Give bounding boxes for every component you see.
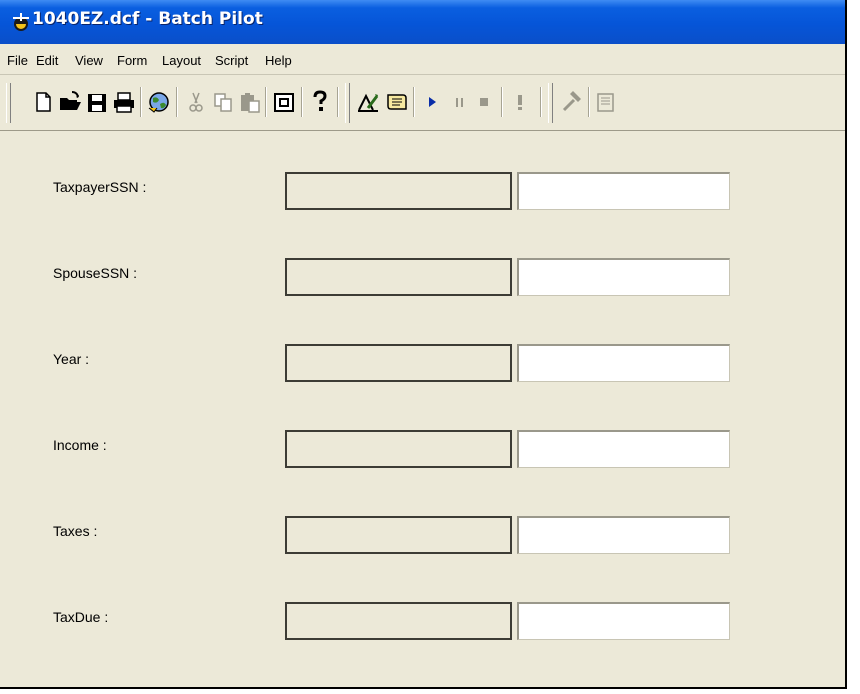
- income-mapping-box[interactable]: [285, 430, 512, 468]
- title-bar[interactable]: 1040EZ.dcf - Batch Pilot: [0, 0, 845, 44]
- toolbar-separator: [265, 87, 267, 117]
- properties-icon[interactable]: [593, 88, 619, 116]
- taxes-mapping-box[interactable]: [285, 516, 512, 554]
- menu-script[interactable]: Script: [215, 53, 248, 68]
- form-canvas: TaxpayerSSN : SpouseSSN : Year : Income …: [0, 131, 845, 687]
- taxes-label: Taxes :: [53, 523, 98, 539]
- toolbar-separator: [501, 87, 503, 117]
- taxpayer-ssn-label: TaxpayerSSN :: [53, 179, 147, 195]
- income-label: Income :: [53, 437, 107, 453]
- toolbar-separator: [540, 87, 542, 117]
- taxes-input[interactable]: [517, 516, 730, 554]
- paste-icon[interactable]: [237, 88, 263, 116]
- batch-pilot-app-icon: [13, 13, 29, 31]
- toolbar-separator: [140, 87, 142, 117]
- tax-due-input[interactable]: [517, 602, 730, 640]
- toolbar-grip[interactable]: [6, 83, 11, 123]
- menu-layout[interactable]: Layout: [162, 53, 201, 68]
- menu-bar: File Edit View Form Layout Script Help: [0, 44, 845, 75]
- toolbar: [0, 75, 845, 131]
- menu-view[interactable]: View: [75, 53, 103, 68]
- cut-icon[interactable]: [183, 88, 209, 116]
- taxpayer-ssn-mapping-box[interactable]: [285, 172, 512, 210]
- pause-icon[interactable]: [446, 88, 472, 116]
- copy-icon[interactable]: [210, 88, 236, 116]
- script-scroll-icon[interactable]: [384, 88, 410, 116]
- income-input[interactable]: [517, 430, 730, 468]
- toolbar-separator: [413, 87, 415, 117]
- taxpayer-ssn-input[interactable]: [517, 172, 730, 210]
- spouse-ssn-input[interactable]: [517, 258, 730, 296]
- app-window: 1040EZ.dcf - Batch Pilot File Edit View …: [0, 0, 847, 689]
- year-label: Year :: [53, 351, 90, 367]
- spouse-ssn-mapping-box[interactable]: [285, 258, 512, 296]
- frame-icon[interactable]: [271, 88, 297, 116]
- year-input[interactable]: [517, 344, 730, 382]
- web-globe-icon[interactable]: [146, 88, 172, 116]
- help-icon[interactable]: [307, 88, 333, 116]
- toolbar-separator: [337, 87, 339, 117]
- design-tools-icon[interactable]: [355, 88, 381, 116]
- print-icon[interactable]: [111, 88, 137, 116]
- toolbar-grip[interactable]: [548, 83, 553, 123]
- toolbar-separator: [301, 87, 303, 117]
- year-mapping-box[interactable]: [285, 344, 512, 382]
- tax-due-mapping-box[interactable]: [285, 602, 512, 640]
- menu-file[interactable]: File: [7, 53, 28, 68]
- menu-help[interactable]: Help: [265, 53, 292, 68]
- spouse-ssn-label: SpouseSSN :: [53, 265, 138, 281]
- toolbar-separator: [588, 87, 590, 117]
- window-title: 1040EZ.dcf - Batch Pilot: [32, 9, 263, 29]
- save-disk-icon[interactable]: [84, 88, 110, 116]
- exclamation-icon[interactable]: [507, 88, 533, 116]
- hammer-icon[interactable]: [558, 88, 584, 116]
- menu-edit[interactable]: Edit: [36, 53, 58, 68]
- toolbar-separator: [176, 87, 178, 117]
- open-folder-icon[interactable]: [57, 88, 83, 116]
- stop-icon[interactable]: [471, 88, 497, 116]
- menu-form[interactable]: Form: [117, 53, 147, 68]
- play-icon[interactable]: [419, 88, 445, 116]
- toolbar-grip[interactable]: [345, 83, 350, 123]
- new-document-icon[interactable]: [30, 88, 56, 116]
- tax-due-label: TaxDue :: [53, 609, 109, 625]
